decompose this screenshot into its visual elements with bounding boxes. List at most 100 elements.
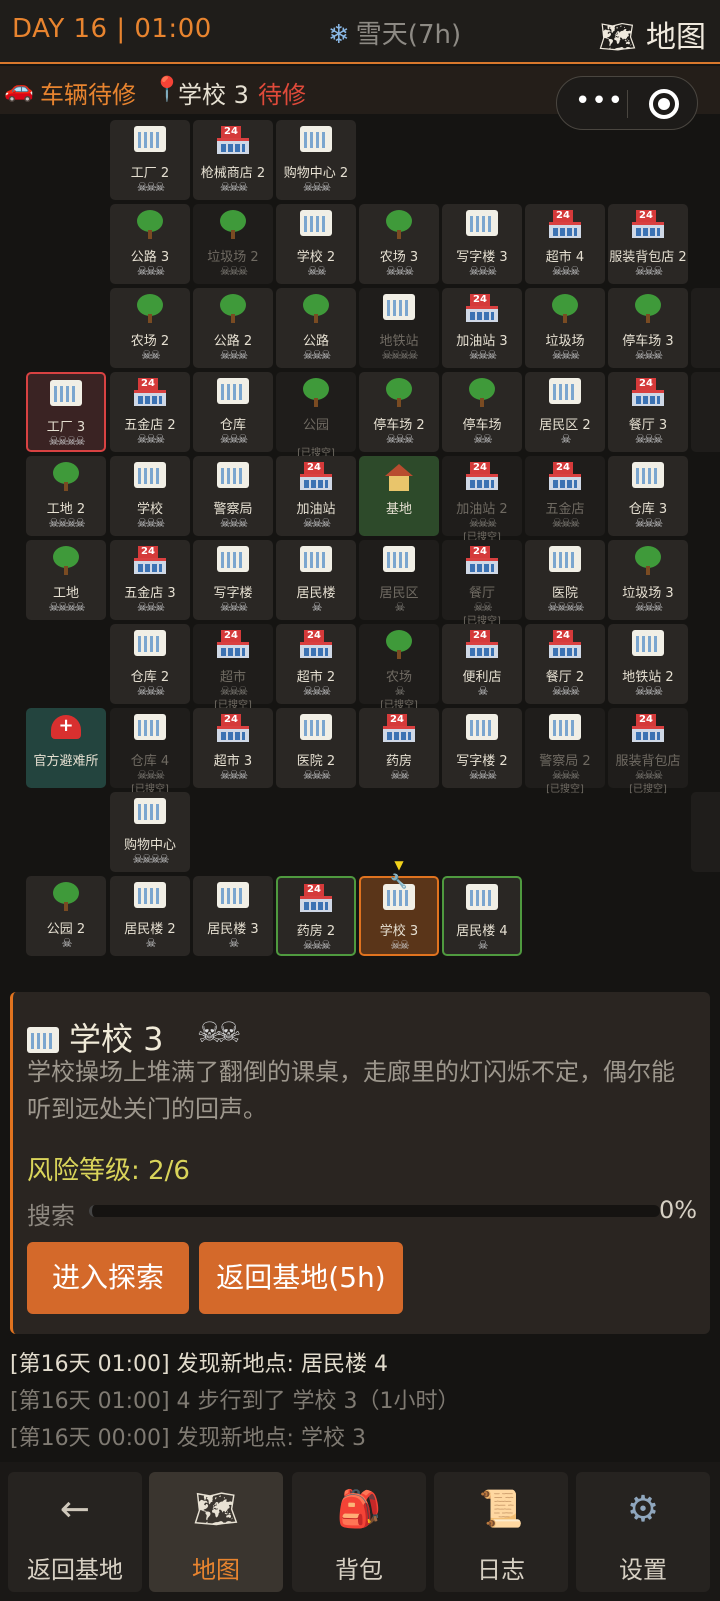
return-base-button[interactable]: 返回基地(5h) [199,1242,403,1314]
map-tile[interactable]: 24 超市 4 ☠☠☠ [525,204,605,284]
map-tile[interactable]: 24 超市 ☠☠☠ [已搜空] [193,624,273,711]
map-tile[interactable]: 购物中心 2 ☠☠☠ [276,120,356,200]
map-tile[interactable]: 垃圾场 2 ☠☠☠ [193,204,273,284]
tile-name: 便利店 [462,670,502,685]
tile-risk-skulls: ☠☠☠ [219,264,248,278]
map-tile[interactable]: 学校 2 ☠☠ [276,204,356,284]
map-tile[interactable]: 停车场 2 ☠☠☠ [359,372,439,452]
map-tile[interactable]: 基地 [359,456,439,536]
map-tile[interactable]: 居民楼 4 ☠ [442,876,522,956]
map-tile[interactable]: 写字楼 ☠☠☠ [193,540,273,620]
map-tile[interactable]: 停车场 ☠☠ [442,372,522,452]
map-tile[interactable]: 写字楼 3 ☠☠☠ [442,204,522,284]
map-tile[interactable]: 停车场 3 ☠☠☠ [608,288,688,368]
map-tile[interactable]: 24 五金店 3 ☠☠☠ [110,540,190,620]
map-tile[interactable]: 24 药房 2 ☠☠☠ [276,876,356,956]
map-tile[interactable]: 写字楼 2 ☠☠☠ [442,708,522,788]
map-tile[interactable]: 24 加油站 ☠☠☠ [276,456,356,536]
nav-return-base[interactable]: ← 返回基地 [8,1472,142,1592]
map-tile[interactable]: 居民区 2 ☠ [525,372,605,452]
map-tile[interactable]: 仓库 2 ☠☠☠ [110,624,190,704]
tile-name: 五金店 [545,502,585,517]
map-tile[interactable]: 24 超市 3 ☠☠☠ [193,708,273,788]
tile-name: 居民楼 4 [456,924,508,939]
map-tile[interactable]: 公园 2 ☠ [26,876,106,956]
map-tile[interactable]: 工厂 3 ☠☠☠☠ [26,372,106,452]
map-tile[interactable]: 24 服装背包店 2 ☠☠☠ [608,204,688,284]
map-tile[interactable]: 居民楼 3 ☠ [193,876,273,956]
store-24-icon: 24 [466,462,498,490]
map-tile[interactable]: 工地 2 ☠☠☠☠ [26,456,106,536]
tile-name: 公园 2 [46,922,86,937]
map-tile[interactable]: 公园 [已搜空] [276,372,356,459]
map-tile[interactable]: 24 餐厅 ☠☠ [已搜空] [442,540,522,627]
more-menu-icon[interactable]: ••• [575,86,624,116]
map-tile[interactable]: 警察局 2 ☠☠☠ [已搜空] [525,708,605,795]
tile-risk-skulls: ☠ [691,348,720,362]
tile-name: 五金店 3 [124,586,176,601]
map-tile[interactable]: 24 餐厅 2 ☠☠☠ [525,624,605,704]
tile-icon-wrap [525,546,605,579]
map-tile[interactable]: 24 餐厅 3 ☠☠☠ [608,372,688,452]
map-tile[interactable]: 居民楼 2 ☠ [110,876,190,956]
tile-name: 加油站 3 [456,334,508,349]
enter-explore-button[interactable]: 进入探索 [27,1242,189,1314]
map-tile[interactable]: 官方避难所 [26,708,106,788]
map-tile[interactable]: 医院 2 ☠☠☠ [276,708,356,788]
map-tile[interactable]: 24 药房 ☠☠ [359,708,439,788]
map-tile[interactable]: 仓库 3 ☠☠☠ [608,456,688,536]
map-tile[interactable]: 24 加油站 2 ☠☠☠ [已搜空] [442,456,522,543]
map-tile[interactable]: 24 便利店 ☠ [442,624,522,704]
map-tile[interactable]: 24 服装背包店 ☠☠☠ [已搜空] [608,708,688,795]
map-tile[interactable]: 垃圾场 ☠☠☠ [525,288,605,368]
store-24-icon: 24 [217,630,249,658]
map-tile[interactable]: 24 五金店 ☠☠☠ [525,456,605,536]
map-tile[interactable]: 地铁站 ☠☠☠☠ [359,288,439,368]
map-tile[interactable]: 洲 [691,372,720,452]
tile-risk-skulls: ☠☠☠ [634,516,663,530]
map-tile[interactable]: 学校 ☠☠☠ [110,456,190,536]
map-tile[interactable]: 工厂 2 ☠☠☠ [110,120,190,200]
tile-name: 公园 [302,418,329,433]
log-entry: [第16天 01:00] 4 步行到了 学校 3（1小时） [10,1389,460,1414]
nav-log[interactable]: 📜 日志 [434,1472,568,1592]
current-location: 学校 3 [178,81,249,109]
location-detail-panel: 学校 3 ☠☠ 学校操场上堆满了翻倒的课桌，走廊里的灯闪烁不定，偶尔能听到远处关… [10,992,710,1334]
map-tile[interactable]: 仓库 4 ☠☠☠ [已搜空] [110,708,190,795]
tile-icon-wrap: 24 [442,546,522,581]
map-tile[interactable]: 农场 ☠ [已搜空] [359,624,439,711]
tile-risk-skulls: ☠☠ [307,264,327,278]
tile-name: 居民区 [379,586,419,601]
map-tile[interactable]: 农场 3 ☠☠☠ [359,204,439,284]
map-tile[interactable]: 消☠ [691,288,720,368]
nav-settings[interactable]: ⚙ 设置 [576,1472,710,1592]
tile-risk-skulls: ☠☠☠ [468,348,497,362]
tile-icon-wrap [525,378,605,411]
close-target-icon[interactable] [649,89,679,119]
cleared-tag: [已搜空] [546,784,584,795]
tile-icon-wrap [110,798,190,831]
map-tile[interactable]: 居民区 ☠ [359,540,439,620]
map-tile[interactable]: 警察局 ☠☠☠ [193,456,273,536]
map-tile[interactable]: 仓库 ☠☠☠ [193,372,273,452]
map-tile[interactable]: 24 五金店 2 ☠☠☠ [110,372,190,452]
map-tile[interactable]: 公路 ☠☠☠ [276,288,356,368]
map-tile[interactable]: 公路 3 ☠☠☠ [110,204,190,284]
map-tile[interactable]: 地铁站 2 ☠☠☠ [608,624,688,704]
tree-icon [51,462,81,492]
nav-map[interactable]: 🗺 地图 [149,1472,283,1592]
nav-backpack[interactable]: 🎒 背包 [292,1472,426,1592]
map-tile[interactable]: 24 超市 2 ☠☠☠ [276,624,356,704]
tile-name: 餐厅 [468,586,495,601]
map-tile[interactable]: 购物中心 ☠☠☠☠ [110,792,190,872]
map-tile[interactable]: 垃圾场 3 ☠☠☠ [608,540,688,620]
map-tile[interactable]: 居民楼 ☠ [276,540,356,620]
map-tile[interactable]: 医院 ☠☠☠☠ [525,540,605,620]
map-tile[interactable]: 24 加油站 3 ☠☠☠ [442,288,522,368]
map-tile[interactable]: 枪 [691,792,720,872]
map-tile[interactable]: 农场 2 ☠☠ [110,288,190,368]
map-tile[interactable]: 工地 ☠☠☠☠ [26,540,106,620]
map-tile[interactable]: 学校 3 ☠☠ 🔧 ▼ [359,858,439,956]
map-tile[interactable]: 公路 2 ☠☠☠ [193,288,273,368]
map-tile[interactable]: 24 枪械商店 2 ☠☠☠ [193,120,273,200]
